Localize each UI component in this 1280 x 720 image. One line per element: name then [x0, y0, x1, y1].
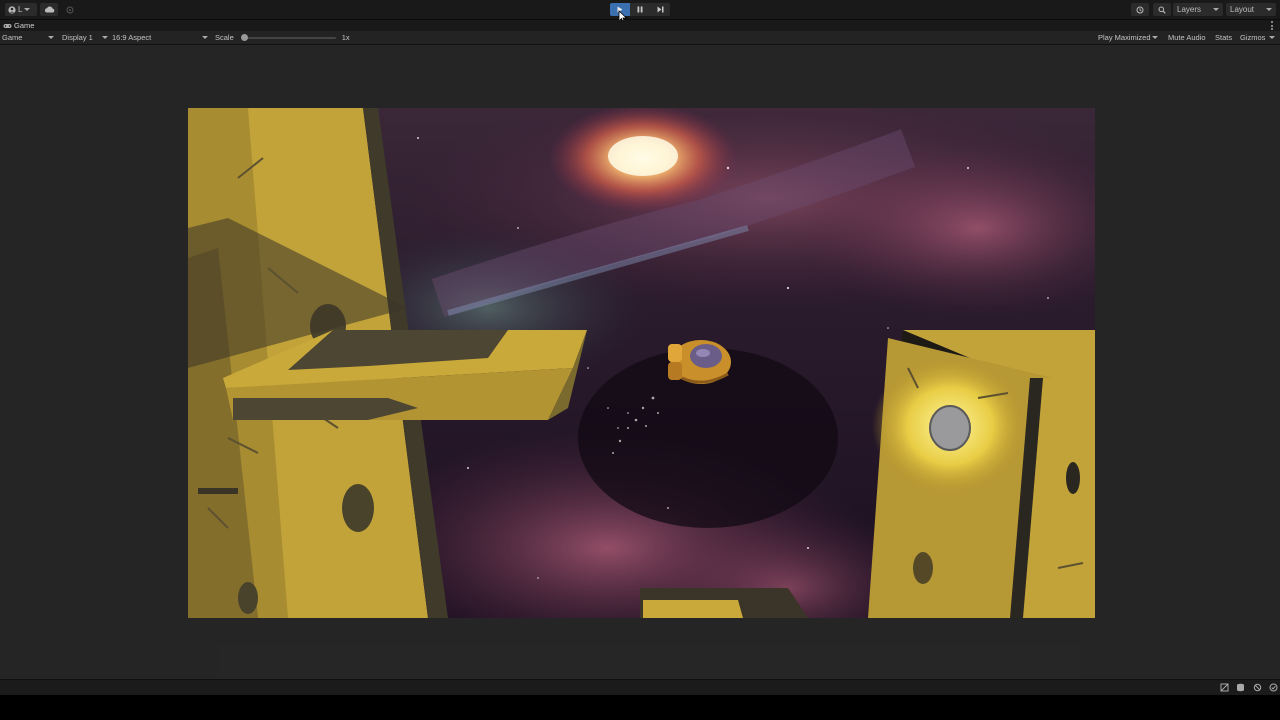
- game-view-toolbar: Game Display 1 16:9 Aspect Scale 1x Play…: [0, 31, 1280, 45]
- chevron-down-icon: [1213, 8, 1219, 11]
- tab-bar: Game: [0, 20, 1280, 31]
- gamepad-icon: [3, 23, 12, 28]
- chevron-down-icon: [202, 36, 208, 39]
- status-bar: [0, 679, 1280, 695]
- account-dropdown[interactable]: L: [5, 3, 37, 16]
- letterbox-bottom: [0, 695, 1280, 720]
- scale-value: 1x: [341, 33, 350, 42]
- kebab-menu-icon[interactable]: [1271, 21, 1273, 30]
- play-maximized-label: Play Maximized: [1098, 33, 1151, 42]
- game-render[interactable]: [188, 108, 1095, 618]
- chevron-down-icon: [102, 36, 108, 39]
- view-mode-dropdown[interactable]: Game: [2, 31, 54, 44]
- layout-dropdown[interactable]: Layout: [1226, 3, 1276, 16]
- scale-slider[interactable]: [240, 33, 336, 41]
- chevron-down-icon: [1151, 36, 1158, 39]
- mute-audio-toggle[interactable]: Mute Audio: [1168, 31, 1206, 44]
- scale-control: Scale 1x: [215, 31, 350, 44]
- collab-icon: [66, 6, 74, 13]
- main-toolbar: L Layers Layout: [0, 0, 1280, 24]
- viewport-background: [218, 645, 1080, 679]
- history-icon: [1136, 6, 1144, 13]
- pause-icon: [637, 6, 643, 13]
- tab-game-label: Game: [14, 21, 35, 30]
- layers-dropdown[interactable]: Layers: [1173, 3, 1223, 16]
- chevron-down-icon: [1266, 8, 1272, 11]
- stats-label: Stats: [1215, 33, 1233, 42]
- play-maximized-dropdown[interactable]: Play Maximized: [1098, 31, 1158, 44]
- display-dropdown[interactable]: Display 1: [62, 31, 108, 44]
- tab-game[interactable]: Game: [3, 20, 34, 31]
- gizmos-label: Gizmos: [1240, 33, 1266, 42]
- chevron-down-icon: [1269, 36, 1276, 39]
- chevron-down-icon: [24, 8, 31, 11]
- game-scene-image: [188, 108, 1095, 618]
- user-circle-icon: [8, 5, 16, 14]
- progress-icon[interactable]: [1220, 683, 1229, 692]
- layout-label: Layout: [1230, 5, 1255, 14]
- player-ship: [668, 340, 731, 384]
- mute-audio-label: Mute Audio: [1168, 33, 1206, 42]
- layers-label: Layers: [1177, 5, 1202, 14]
- account-label: L: [18, 5, 23, 14]
- database-icon[interactable]: [1236, 683, 1245, 692]
- cloud-icon: [44, 6, 54, 13]
- view-mode-label: Game: [2, 33, 23, 42]
- chevron-down-icon: [48, 36, 54, 39]
- display-label: Display 1: [62, 33, 93, 42]
- search-button[interactable]: [1153, 3, 1171, 16]
- aspect-dropdown[interactable]: 16:9 Aspect: [112, 31, 208, 44]
- aspect-label: 16:9 Aspect: [112, 33, 152, 42]
- debug-icon[interactable]: [1253, 683, 1262, 692]
- step-button[interactable]: [650, 3, 670, 16]
- checkmark-icon[interactable]: [1269, 683, 1278, 692]
- gizmos-dropdown[interactable]: Gizmos: [1240, 31, 1276, 44]
- pause-button[interactable]: [630, 3, 650, 16]
- collab-button[interactable]: [62, 3, 78, 16]
- step-icon: [657, 6, 663, 13]
- scale-label: Scale: [215, 33, 234, 42]
- scale-slider-thumb[interactable]: [240, 33, 248, 41]
- stats-toggle[interactable]: Stats: [1215, 31, 1232, 44]
- cloud-button[interactable]: [40, 3, 58, 16]
- undo-history-button[interactable]: [1131, 3, 1149, 16]
- search-icon: [1158, 6, 1166, 14]
